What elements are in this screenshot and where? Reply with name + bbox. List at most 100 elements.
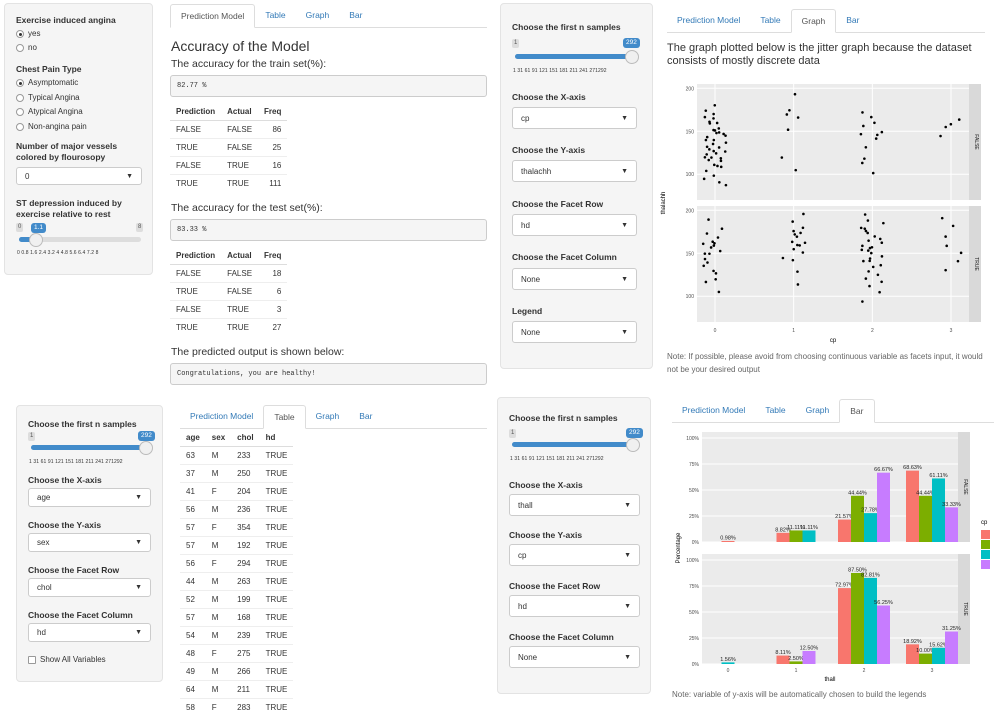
bar bbox=[851, 573, 864, 664]
select-value: None bbox=[518, 652, 538, 662]
bar bbox=[802, 651, 816, 664]
table-cell: M bbox=[205, 499, 232, 518]
caret-down-icon: ▼ bbox=[126, 172, 133, 180]
bar-label: 31.25% bbox=[942, 626, 961, 632]
x-axis-select[interactable]: thall ▼ bbox=[509, 494, 640, 516]
data-point bbox=[880, 241, 884, 245]
data-point bbox=[866, 219, 870, 222]
y-tick-label: 25% bbox=[689, 514, 700, 520]
tab-graph[interactable]: Graph bbox=[296, 3, 340, 27]
bar-label: 61.11% bbox=[929, 473, 947, 479]
data-point bbox=[704, 169, 708, 173]
cp-asymptomatic-radio[interactable]: Asymptomatic bbox=[16, 78, 78, 87]
data-point bbox=[719, 165, 723, 169]
tab-bar[interactable]: Bar bbox=[836, 8, 869, 32]
slider-ticks: 1 31 61 91 121 151 181 211 241 271292 bbox=[513, 68, 607, 74]
tab-table[interactable]: Table bbox=[750, 8, 790, 32]
y-tick-label: 100% bbox=[686, 558, 699, 564]
samples-slider-handle[interactable] bbox=[625, 50, 639, 64]
tab-bar[interactable]: Bar bbox=[839, 399, 875, 423]
show-all-checkbox[interactable]: Show All Variables bbox=[28, 655, 106, 664]
tab-graph[interactable]: Graph bbox=[796, 398, 840, 422]
tab-bar[interactable]: Bar bbox=[349, 404, 382, 428]
select-value: hd bbox=[518, 601, 527, 611]
train-accuracy-label: The accuracy for the train set(%): bbox=[171, 58, 327, 70]
st-slider-handle[interactable] bbox=[29, 233, 43, 247]
table-row: TRUE TRUE 111 bbox=[170, 173, 288, 192]
table-cell: 250 bbox=[231, 463, 260, 482]
facet-row-label: Choose the Facet Row bbox=[509, 581, 601, 591]
facet-label: TRUE bbox=[973, 257, 979, 271]
table-cell: TRUE bbox=[259, 661, 294, 680]
x-axis-select[interactable]: age ▼ bbox=[28, 488, 151, 507]
y-axis-select[interactable]: sex ▼ bbox=[28, 533, 151, 552]
table-cell: F bbox=[205, 481, 232, 500]
table-cell: 239 bbox=[231, 625, 260, 644]
table-cell: 56 bbox=[180, 553, 206, 572]
facet-row-select[interactable]: hd ▼ bbox=[509, 595, 640, 617]
tab-graph[interactable]: Graph bbox=[790, 9, 837, 33]
cp-atypical-radio[interactable]: Atypical Angina bbox=[16, 107, 83, 116]
tab-bar[interactable]: Bar bbox=[339, 3, 372, 27]
table-cell: 37 bbox=[180, 463, 206, 482]
data-point bbox=[868, 257, 872, 260]
facet-row-label: Choose the Facet Row bbox=[512, 199, 604, 209]
tab-table[interactable]: Table bbox=[255, 3, 295, 27]
y-axis-select[interactable]: cp ▼ bbox=[509, 544, 640, 566]
samples-slider-handle[interactable] bbox=[139, 441, 153, 455]
data-point bbox=[704, 109, 708, 112]
tab-graph[interactable]: Graph bbox=[306, 404, 350, 428]
graph-note: Note: If possible, please avoid from cho… bbox=[667, 352, 983, 374]
facet-column-select[interactable]: hd ▼ bbox=[28, 623, 151, 642]
data-point bbox=[796, 283, 800, 286]
table-cell: TRUE bbox=[170, 317, 222, 336]
bar bbox=[945, 507, 958, 542]
select-value: hd bbox=[521, 220, 530, 230]
data-point bbox=[702, 177, 706, 181]
table-cell: TRUE bbox=[259, 589, 294, 608]
tab-prediction-model[interactable]: Prediction Model bbox=[672, 398, 755, 422]
table-cell: M bbox=[205, 607, 232, 626]
data-point bbox=[793, 92, 797, 96]
facet-label: FALSE bbox=[962, 479, 968, 495]
samples-slider-handle[interactable] bbox=[626, 438, 640, 452]
tabset-table: Prediction Model Table Graph Bar bbox=[180, 404, 487, 429]
data-point bbox=[861, 300, 864, 303]
tab-prediction-model[interactable]: Prediction Model bbox=[667, 8, 750, 32]
table-header: Prediction bbox=[170, 104, 222, 121]
bar bbox=[864, 513, 877, 542]
legend-label: Legend bbox=[512, 306, 543, 316]
bar-label: 66.67% bbox=[874, 467, 893, 473]
legend-select[interactable]: None ▼ bbox=[512, 321, 637, 343]
cp-nonangina-radio[interactable]: Non-angina pain bbox=[16, 122, 87, 131]
tab-prediction-model[interactable]: Prediction Model bbox=[180, 404, 263, 428]
facet-column-select[interactable]: None ▼ bbox=[512, 268, 637, 290]
y-tick-label: 150 bbox=[686, 251, 695, 257]
facet-column-select[interactable]: None ▼ bbox=[509, 646, 640, 668]
table-row: 56 M 236 TRUE bbox=[180, 499, 294, 518]
facet-row-select[interactable]: chol ▼ bbox=[28, 578, 151, 597]
facet-row-select[interactable]: hd ▼ bbox=[512, 214, 637, 236]
y-axis-select[interactable]: thalachh ▼ bbox=[512, 160, 637, 182]
table-cell: FALSE bbox=[221, 263, 259, 282]
data-point bbox=[708, 120, 711, 124]
table-header: chol bbox=[231, 430, 260, 447]
angina-no-radio[interactable]: no bbox=[16, 43, 37, 52]
cp-typical-radio[interactable]: Typical Angina bbox=[16, 93, 80, 102]
data-point bbox=[702, 264, 706, 268]
select-value: 0 bbox=[25, 171, 30, 181]
angina-yes-radio[interactable]: yes bbox=[16, 29, 40, 38]
data-point bbox=[949, 122, 953, 126]
table-cell: 266 bbox=[231, 661, 260, 680]
table-cell: FALSE bbox=[221, 281, 259, 300]
checkbox-icon bbox=[28, 655, 36, 664]
x-axis-select[interactable]: cp ▼ bbox=[512, 107, 637, 129]
tab-table[interactable]: Table bbox=[263, 405, 306, 429]
y-tick-label: 75% bbox=[689, 584, 700, 590]
vessels-select[interactable]: 0 ▼ bbox=[16, 167, 142, 185]
tab-table[interactable]: Table bbox=[755, 398, 795, 422]
data-point bbox=[876, 273, 880, 277]
tab-prediction-model[interactable]: Prediction Model bbox=[170, 4, 256, 28]
data-point bbox=[796, 270, 799, 273]
data-point bbox=[869, 251, 873, 255]
